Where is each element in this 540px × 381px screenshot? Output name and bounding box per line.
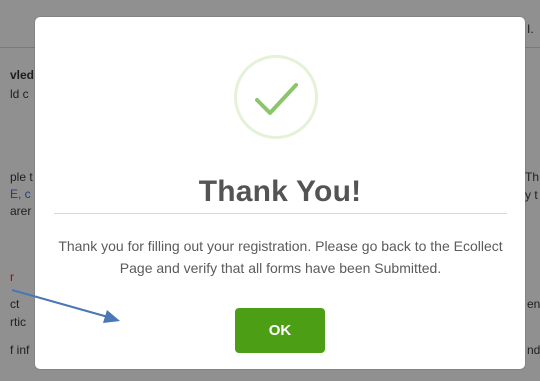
annotation-arrow-icon — [11, 289, 120, 323]
